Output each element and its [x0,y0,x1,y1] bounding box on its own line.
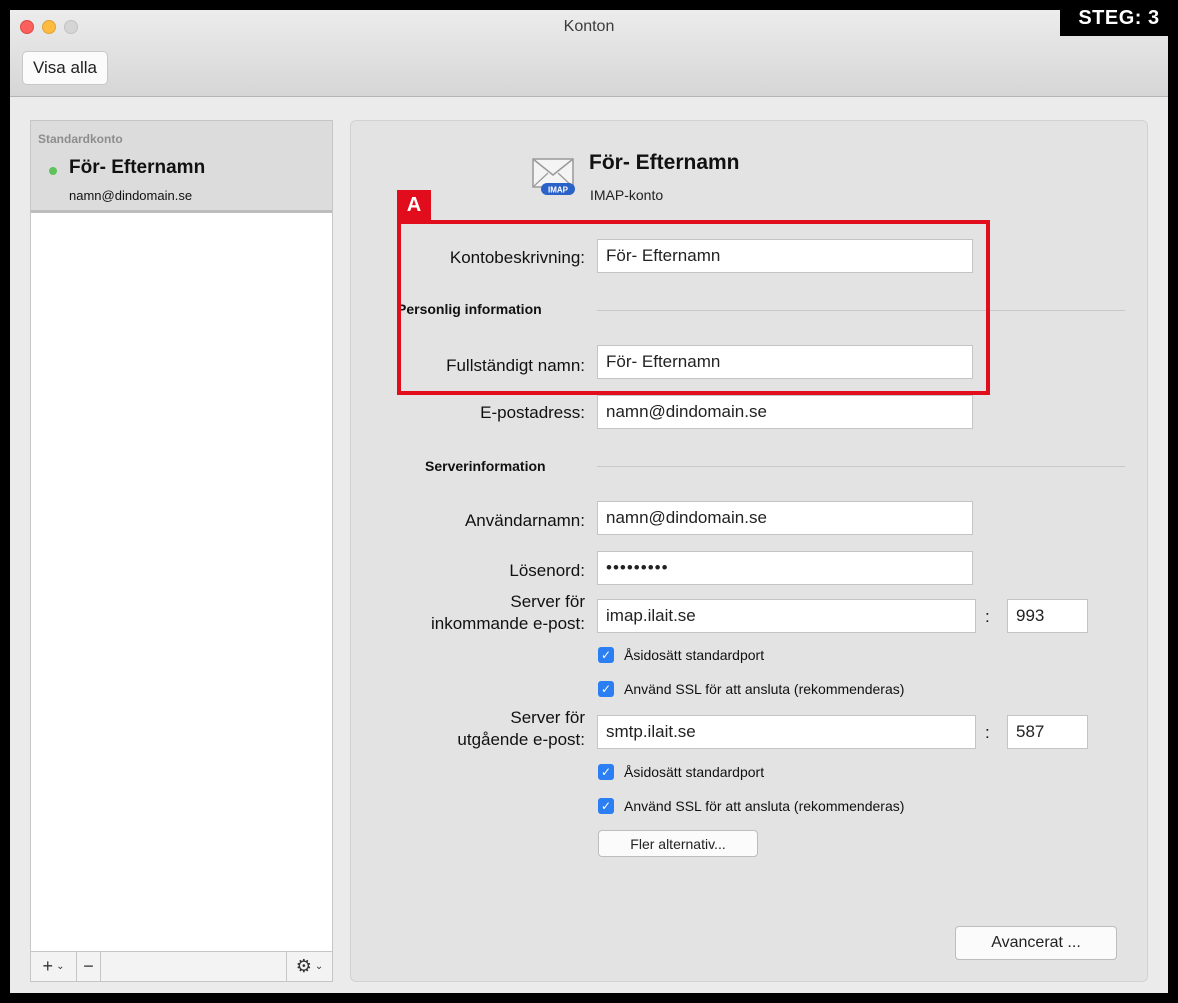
window-title: Konton [563,18,615,35]
outgoing-ssl-checkbox[interactable]: ✓ Använd SSL för att ansluta (rekommende… [598,798,904,814]
chevron-down-icon: ⌄ [314,961,324,972]
checkbox-label: Åsidosätt standardport [624,647,765,663]
more-options-button[interactable]: Fler alternativ... [598,830,758,857]
step-badge: STEG: 3 [1060,0,1178,36]
add-account-button[interactable]: + ⌄ [31,952,77,981]
incoming-ssl-checkbox[interactable]: ✓ Använd SSL för att ansluta (rekommende… [598,681,904,697]
account-title: För- Efternamn [589,151,740,174]
annotation-tag: A [397,190,431,220]
section-divider [597,466,1125,467]
checkbox-label: Använd SSL för att ansluta (rekommendera… [624,798,905,814]
outgoing-server-label-line2: utgående e-post: [457,730,585,749]
incoming-port-field[interactable]: 993 [1007,599,1088,633]
email-field[interactable]: namn@dindomain.se [597,395,973,429]
plus-icon: + [42,956,54,976]
outgoing-port-field[interactable]: 587 [1007,715,1088,749]
username-label: Användarnamn: [464,511,585,530]
port-separator: : [985,723,990,742]
account-group-label: Standardkonto [38,132,123,146]
remove-account-button[interactable]: − [77,952,101,981]
outgoing-override-port-checkbox[interactable]: ✓ Åsidosätt standardport [598,764,764,780]
checkmark-icon: ✓ [598,798,614,814]
minus-icon: − [83,956,94,976]
annotation-highlight-box [397,220,990,395]
incoming-override-port-checkbox[interactable]: ✓ Åsidosätt standardport [598,647,764,663]
account-list-item[interactable]: Standardkonto För- Efternamn namn@dindom… [31,121,332,213]
chevron-down-icon: ⌄ [56,961,65,972]
account-name: För- Efternamn [69,157,206,178]
outgoing-server-field[interactable]: smtp.ilait.se [597,715,976,749]
incoming-server-field[interactable]: imap.ilait.se [597,599,976,633]
account-actions-button[interactable]: ⚙ ⌄ [286,952,332,981]
outgoing-server-label-line1: Server för [510,708,585,727]
account-type: IMAP-konto [590,187,664,203]
account-email: namn@dindomain.se [69,188,193,203]
advanced-button[interactable]: Avancerat ... [955,926,1117,960]
server-info-heading: Serverinformation [425,458,546,474]
port-separator: : [985,607,990,626]
password-field[interactable]: ••••••••• [597,551,973,585]
username-field[interactable]: namn@dindomain.se [597,501,973,535]
incoming-server-label-line1: Server för [510,592,585,611]
imap-mail-icon: IMAP [532,158,575,195]
gear-icon: ⚙ [295,956,312,976]
incoming-server-label-line2: inkommande e-post: [430,614,585,633]
show-all-button[interactable]: Visa alla [22,51,108,85]
email-label: E-postadress: [480,403,585,422]
svg-text:IMAP: IMAP [548,186,569,195]
checkmark-icon: ✓ [598,681,614,697]
checkmark-icon: ✓ [598,647,614,663]
checkbox-label: Åsidosätt standardport [624,764,765,780]
checkmark-icon: ✓ [598,764,614,780]
title-bar: Konton Visa alla [10,10,1168,97]
password-label: Lösenord: [509,561,585,580]
sidebar-toolbar: + ⌄ − ⚙ ⌄ [31,951,332,981]
accounts-sidebar: Standardkonto För- Efternamn namn@dindom… [30,120,333,982]
status-dot-icon [49,167,57,175]
checkbox-label: Använd SSL för att ansluta (rekommendera… [624,681,905,697]
